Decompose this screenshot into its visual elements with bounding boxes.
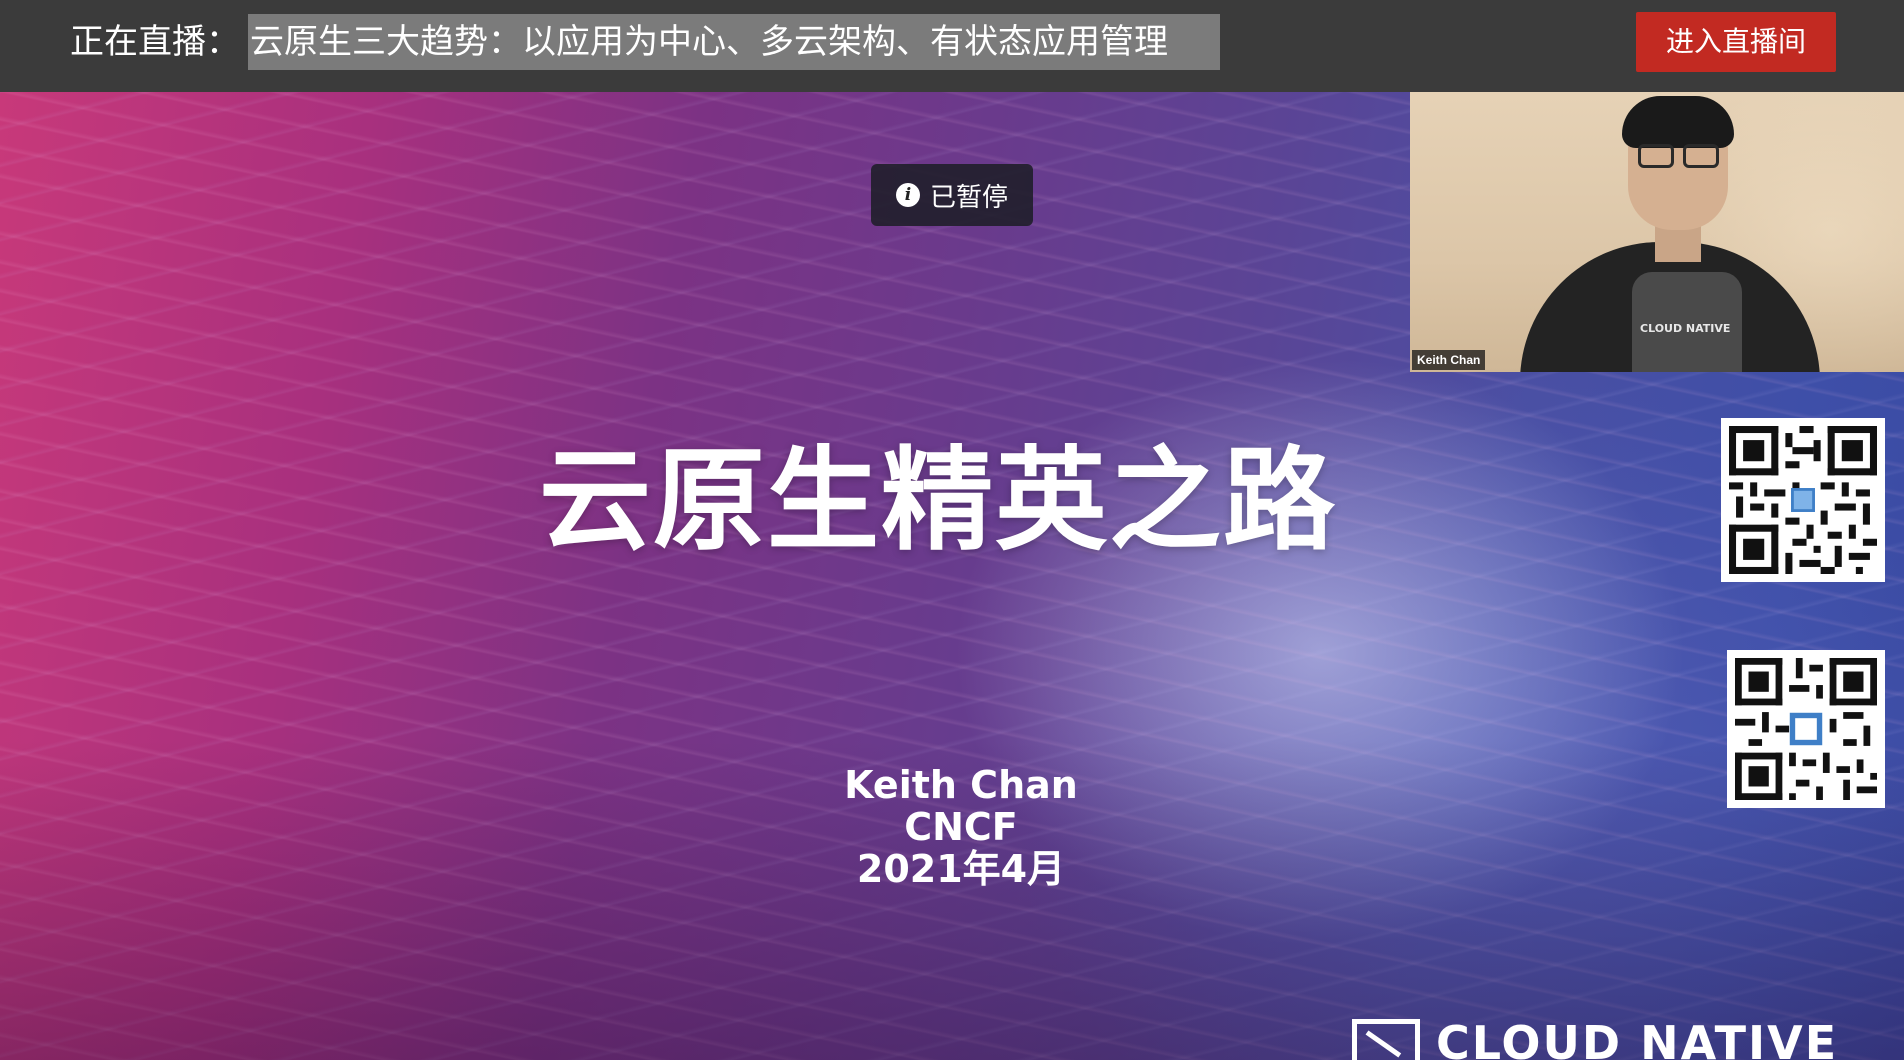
paused-indicator: i 已暂停 <box>871 164 1033 226</box>
qr-code-graphic <box>1729 426 1877 574</box>
live-banner: 正在直播： 云原生三大趋势：以应用为中心、多云架构、有状态应用管理 进入直播间 <box>0 0 1904 92</box>
enter-live-room-button[interactable]: 进入直播间 <box>1636 12 1836 72</box>
webcam-name-label: Keith Chan <box>1412 350 1486 370</box>
cncf-logo-icon <box>1352 1019 1420 1060</box>
shirt-logo: CLOUD NATIVE <box>1640 322 1731 335</box>
qr-code-icon <box>1721 418 1885 582</box>
speaker-hair <box>1622 96 1734 148</box>
info-icon: i <box>895 183 920 207</box>
qr-code-icon <box>1727 650 1885 808</box>
slide-title: 云原生精英之路 <box>539 436 1337 566</box>
cloud-native-logo-text: CLOUD NATIVE <box>1436 1016 1839 1060</box>
paused-label: 已暂停 <box>929 182 1008 213</box>
cloud-native-logo: CLOUD NATIVE <box>1352 1016 1838 1060</box>
glasses-icon <box>1638 144 1674 168</box>
video-player[interactable]: i 已暂停 云原生精英之路 Keith Chan CNCF 2021年4月 CL… <box>0 92 1904 1060</box>
presenter-organization: CNCF <box>904 805 1018 849</box>
speaker-webcam: CLOUD NATIVE Keith Chan <box>1410 92 1904 372</box>
presenter-info: Keith Chan CNCF 2021年4月 <box>9 764 1904 890</box>
presenter-name: Keith Chan <box>844 763 1078 807</box>
live-prefix-label: 正在直播： <box>70 22 240 62</box>
live-stream-title[interactable]: 云原生三大趋势：以应用为中心、多云架构、有状态应用管理 <box>248 14 1220 70</box>
qr-code-graphic <box>1735 658 1877 800</box>
presentation-date: 2021年4月 <box>856 847 1066 891</box>
